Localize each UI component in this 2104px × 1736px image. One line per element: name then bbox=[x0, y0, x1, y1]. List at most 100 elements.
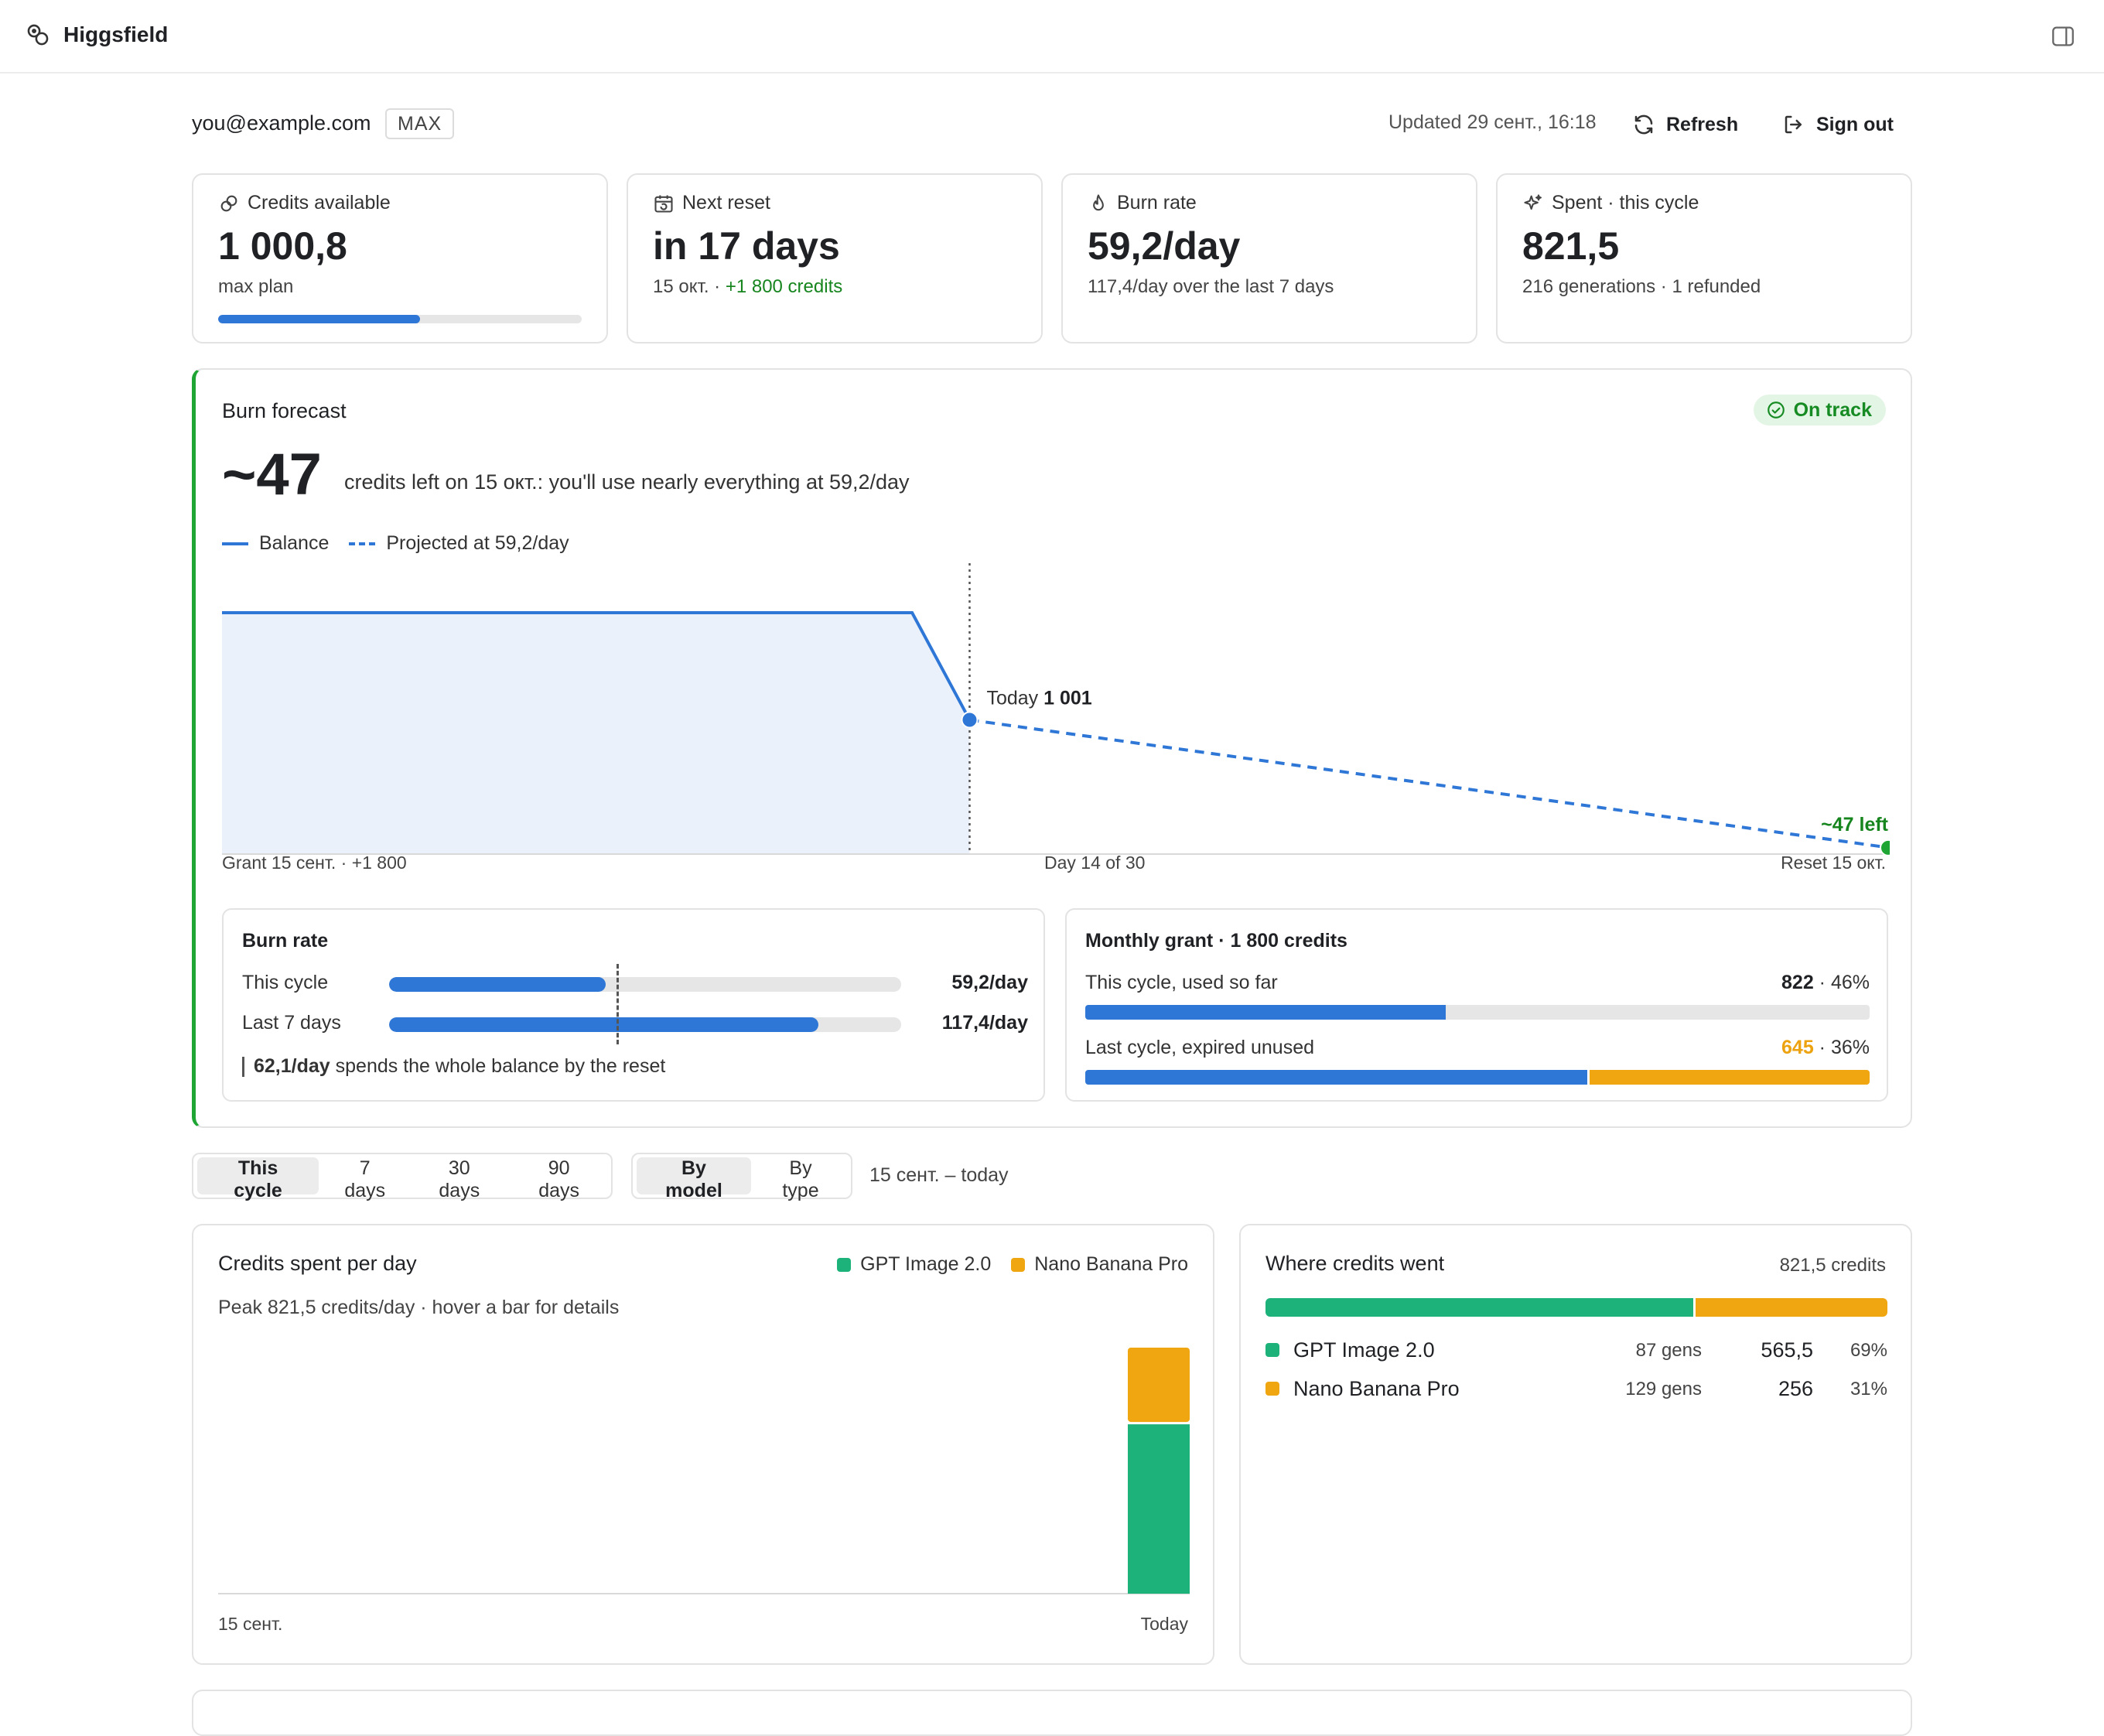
reset-remaining-label: ~47 left bbox=[1821, 814, 1889, 836]
grant-last-cycle-amount: 645 bbox=[1781, 1037, 1814, 1058]
monthly-grant-card: Monthly grant · 1 800 credits This cycle… bbox=[1065, 908, 1888, 1102]
where-model-credits: 565,5 bbox=[1761, 1338, 1813, 1362]
group-by-type[interactable]: By type bbox=[754, 1157, 847, 1201]
credits-per-day-card: Credits spent per day GPT Image 2.0 Nano… bbox=[192, 1224, 1214, 1665]
status-badge: On track bbox=[1753, 395, 1886, 425]
grant-this-cycle-fill bbox=[1085, 1005, 1446, 1020]
where-model-gens: 87 gens bbox=[1635, 1340, 1702, 1361]
axis-current-day-label: Day 14 of 30 bbox=[1044, 853, 1146, 873]
burn-forecast-panel: Burn forecast On track ~47 credits left … bbox=[192, 368, 1912, 1128]
forecast-legend: Balance Projected at 59,2/day bbox=[222, 532, 569, 555]
where-credits-went-card: Where credits went 821,5 credits GPT Ima… bbox=[1239, 1224, 1912, 1665]
grant-last-cycle-pct: · 36% bbox=[1813, 1037, 1870, 1058]
grant-last-cycle-label: Last cycle, expired unused bbox=[1085, 1037, 1315, 1058]
group-by-model[interactable]: By model bbox=[637, 1157, 751, 1201]
date-range: 15 сент. – today bbox=[869, 1164, 1009, 1186]
where-row-gpt[interactable]: GPT Image 2.0 87 gens 565,5 69% bbox=[1265, 1337, 1887, 1365]
grouping-filter: By model By type bbox=[631, 1153, 852, 1201]
refresh-icon bbox=[1634, 114, 1653, 135]
projected-line bbox=[969, 718, 1890, 849]
daily-chart-title: Credits spent per day bbox=[218, 1252, 417, 1275]
where-nano-swatch bbox=[1265, 1382, 1279, 1396]
target-rate-marker-legend bbox=[242, 1056, 244, 1077]
grant-this-cycle-pct: · 46% bbox=[1813, 972, 1870, 993]
flame-icon bbox=[1093, 193, 1104, 210]
legend-gpt-label: GPT Image 2.0 bbox=[860, 1253, 992, 1275]
today-point[interactable] bbox=[961, 711, 979, 729]
where-segment-gpt[interactable] bbox=[1265, 1298, 1694, 1317]
legend-balance-swatch bbox=[222, 542, 248, 545]
top-bar: Higgsfield bbox=[0, 0, 2104, 73]
period-this-cycle[interactable]: This cycle bbox=[197, 1157, 319, 1201]
next-reset-grant: +1 800 credits bbox=[725, 276, 843, 297]
legend-balance: Balance bbox=[259, 532, 330, 554]
daily-x-end: Today bbox=[1140, 1614, 1188, 1634]
brand[interactable]: Higgsfield bbox=[25, 22, 168, 48]
legend-projected: Projected at 59,2/day bbox=[386, 532, 569, 554]
grant-this-cycle-amount: 822 bbox=[1781, 972, 1814, 993]
next-section-card bbox=[192, 1690, 1912, 1736]
burn-rate-value: 59,2/day bbox=[1088, 224, 1241, 268]
where-segment-nano[interactable] bbox=[1693, 1298, 1887, 1317]
credits-available-card: Credits available 1 000,8 max plan bbox=[192, 173, 608, 343]
sparkles-icon bbox=[1524, 193, 1542, 210]
where-model-pct: 69% bbox=[1850, 1340, 1887, 1361]
grant-last-cycle-bar bbox=[1085, 1070, 1870, 1085]
calendar-icon bbox=[654, 195, 673, 213]
burn-rate-card: Burn rate 59,2/day 117,4/day over the la… bbox=[1061, 173, 1477, 343]
where-model-name: GPT Image 2.0 bbox=[1293, 1338, 1435, 1362]
where-gpt-swatch bbox=[1265, 1343, 1279, 1357]
credits-progress-fill bbox=[218, 315, 421, 323]
plan-name: max plan bbox=[218, 276, 294, 297]
sign-out-label: Sign out bbox=[1816, 113, 1894, 135]
legend-nano-label: Nano Banana Pro bbox=[1034, 1253, 1188, 1275]
sidebar-toggle-icon[interactable] bbox=[2050, 23, 2076, 50]
target-rate-text: spends the whole balance by the reset bbox=[335, 1055, 666, 1077]
today-label: Today 1 001 bbox=[986, 688, 1091, 709]
where-title: Where credits went bbox=[1265, 1252, 1445, 1275]
burn-rate-row-label: This cycle bbox=[242, 972, 329, 993]
grant-this-cycle-bar bbox=[1085, 1005, 1870, 1020]
where-model-gens: 129 gens bbox=[1625, 1379, 1702, 1399]
burn-rate-track bbox=[389, 977, 901, 992]
burn-rate-detail-title: Burn rate bbox=[242, 930, 329, 952]
next-reset-date: 15 окт. · bbox=[653, 276, 726, 297]
grant-this-cycle-row: This cycle, used so far 822 · 46% bbox=[1085, 972, 1870, 1020]
spent-sub: 216 generations · 1 refunded bbox=[1522, 276, 1761, 297]
credits-progress-bar bbox=[218, 315, 582, 323]
plan-badge: MAX bbox=[385, 108, 455, 139]
grant-last-cycle-expired-fill bbox=[1589, 1070, 1870, 1085]
status-label: On track bbox=[1793, 398, 1872, 421]
daily-chart-legend: GPT Image 2.0 Nano Banana Pro bbox=[837, 1253, 1188, 1276]
spent-card: Spent · this cycle 821,5 216 generations… bbox=[1496, 173, 1912, 343]
coins-icon bbox=[220, 195, 237, 211]
burn-rate-row-cycle: This cycle 59,2/day bbox=[242, 969, 1028, 996]
check-circle-icon bbox=[1767, 402, 1785, 419]
refresh-label: Refresh bbox=[1666, 113, 1739, 135]
daily-bar-nano[interactable] bbox=[1128, 1348, 1190, 1423]
forecast-chart[interactable]: Today 1 001 ~47 left bbox=[222, 563, 1890, 873]
burn-rate-track bbox=[389, 1017, 901, 1032]
grant-last-cycle-row: Last cycle, expired unused 645 · 36% bbox=[1085, 1037, 1870, 1085]
period-90-days[interactable]: 90 days bbox=[511, 1157, 607, 1201]
where-model-credits: 256 bbox=[1778, 1377, 1813, 1400]
sign-out-button[interactable]: Sign out bbox=[1782, 107, 1894, 142]
updated-timestamp: Updated 29 сент., 16:18 bbox=[1388, 111, 1597, 133]
grant-this-cycle-label: This cycle, used so far bbox=[1085, 972, 1278, 993]
burn-rate-sub: 117,4/day over the last 7 days bbox=[1088, 276, 1334, 297]
refresh-button[interactable]: Refresh bbox=[1632, 107, 1738, 142]
where-model-name: Nano Banana Pro bbox=[1293, 1377, 1460, 1400]
period-30-days[interactable]: 30 days bbox=[411, 1157, 507, 1201]
legend-nano-swatch bbox=[1011, 1257, 1026, 1272]
grant-last-cycle-used-fill bbox=[1085, 1070, 1587, 1085]
where-row-nano[interactable]: Nano Banana Pro 129 gens 256 31% bbox=[1265, 1375, 1887, 1403]
axis-start-label: Grant 15 сент. · +1 800 bbox=[222, 853, 407, 873]
logo-icon bbox=[27, 24, 49, 46]
daily-bar-chart[interactable] bbox=[218, 1341, 1190, 1597]
burn-rate-label: Burn rate bbox=[1117, 192, 1197, 214]
burn-rate-row-7days: Last 7 days 117,4/day bbox=[242, 1009, 1028, 1037]
period-7-days[interactable]: 7 days bbox=[322, 1157, 408, 1201]
where-distribution-bar bbox=[1265, 1298, 1887, 1317]
daily-bar-gpt[interactable] bbox=[1128, 1424, 1190, 1594]
burn-rate-row-value: 117,4/day bbox=[941, 1012, 1028, 1034]
